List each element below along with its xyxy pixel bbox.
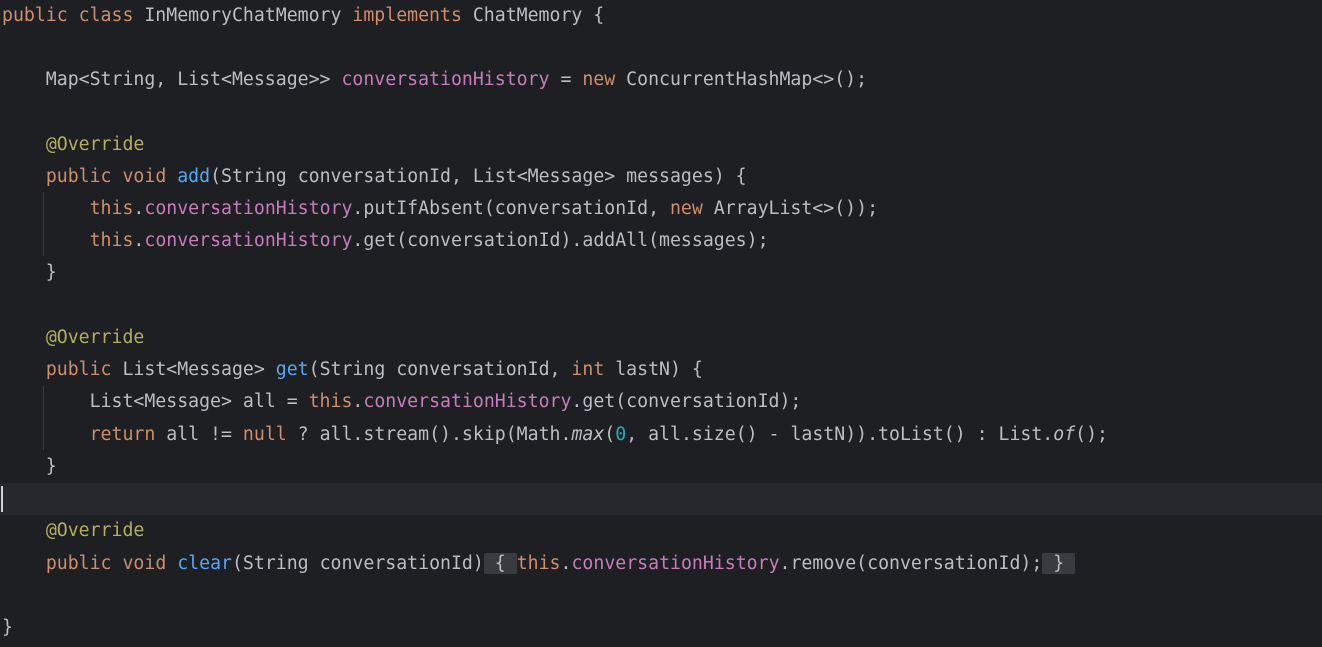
- code-line[interactable]: this.conversationHistory.putIfAbsent(con…: [0, 193, 1322, 225]
- code-token: conversationHistory: [341, 69, 550, 90]
- code-token: InMemoryChatMemory: [133, 5, 353, 26]
- code-token: public: [45, 553, 112, 574]
- code-token: List<Message>: [111, 359, 276, 380]
- code-token: }: [1042, 553, 1076, 574]
- code-line[interactable]: public void add(String conversationId, L…: [0, 161, 1322, 193]
- code-line[interactable]: List<Message> all = this.conversationHis…: [0, 386, 1322, 418]
- code-token: get: [275, 359, 309, 380]
- code-token: .get(conversationId);: [571, 391, 802, 412]
- code-line[interactable]: public List<Message> get(String conversa…: [0, 354, 1322, 386]
- code-token: .: [133, 198, 145, 219]
- code-token: conversationHistory: [144, 198, 353, 219]
- code-token: ArrayList<>());: [702, 198, 879, 219]
- code-line[interactable]: Map<String, List<Message>> conversationH…: [0, 64, 1322, 96]
- code-line[interactable]: public class InMemoryChatMemory implemen…: [0, 0, 1322, 32]
- code-line[interactable]: }: [0, 612, 1322, 644]
- code-token: add: [177, 166, 211, 187]
- code-token: }: [2, 456, 57, 477]
- code-token: conversationHistory: [144, 230, 353, 251]
- code-line[interactable]: [0, 290, 1322, 322]
- code-line[interactable]: [0, 97, 1322, 129]
- code-line[interactable]: }: [0, 257, 1322, 289]
- indent-guide-add: [43, 192, 44, 256]
- code-token: .: [352, 391, 364, 412]
- code-token: void: [122, 553, 167, 574]
- code-token: 0: [615, 424, 627, 445]
- code-token: ChatMemory {: [461, 5, 605, 26]
- code-line[interactable]: @Override: [0, 515, 1322, 547]
- code-token: (: [604, 424, 616, 445]
- code-token: new: [669, 198, 703, 219]
- code-token: ConcurrentHashMap<>();: [615, 69, 868, 90]
- code-line[interactable]: }: [0, 451, 1322, 483]
- code-token: this: [89, 198, 134, 219]
- code-token: ();: [1075, 424, 1109, 445]
- code-token: @Override: [45, 520, 145, 541]
- code-token: Map<String, List<Message>>: [2, 69, 342, 90]
- code-token: return: [89, 424, 156, 445]
- code-token: conversationHistory: [363, 391, 572, 412]
- code-token: , all.size() - lastN)).toList() : List.: [626, 424, 1054, 445]
- code-line[interactable]: @Override: [0, 322, 1322, 354]
- code-token: .get(conversationId).addAll(messages);: [352, 230, 769, 251]
- text-caret: [1, 486, 3, 512]
- code-token: this: [516, 553, 561, 574]
- code-token: conversationHistory: [571, 553, 780, 574]
- code-token: =: [549, 69, 583, 90]
- code-token: .: [133, 230, 145, 251]
- code-token: public: [45, 166, 112, 187]
- code-line[interactable]: [0, 32, 1322, 64]
- code-token: clear: [177, 553, 232, 574]
- code-token: ? all.stream().skip(Math.: [286, 424, 572, 445]
- code-token: (String conversationId): [231, 553, 484, 574]
- code-token: this: [308, 391, 353, 412]
- code-token: public: [45, 359, 112, 380]
- code-token: int: [571, 359, 605, 380]
- code-token: max: [571, 424, 605, 445]
- code-line[interactable]: this.conversationHistory.get(conversatio…: [0, 225, 1322, 257]
- code-token: implements: [352, 5, 462, 26]
- code-line[interactable]: public void clear(String conversationId)…: [0, 548, 1322, 580]
- code-token: (String conversationId,: [308, 359, 572, 380]
- code-token: }: [2, 262, 57, 283]
- code-line[interactable]: @Override: [0, 129, 1322, 161]
- code-token: public: [2, 5, 68, 26]
- code-token: of: [1053, 424, 1076, 445]
- code-token: null: [242, 424, 287, 445]
- code-token: all !=: [155, 424, 243, 445]
- code-token: }: [2, 617, 13, 638]
- code-token: .: [560, 553, 572, 574]
- code-token: {: [483, 553, 517, 574]
- code-line[interactable]: return all != null ? all.stream().skip(M…: [0, 419, 1322, 451]
- code-token: List<Message> all =: [2, 391, 309, 412]
- code-token: .remove(conversationId);: [779, 553, 1043, 574]
- code-line[interactable]: [0, 580, 1322, 612]
- code-token: this: [89, 230, 134, 251]
- code-token: (String conversationId, List<Message> me…: [210, 166, 747, 187]
- code-editor[interactable]: public class InMemoryChatMemory implemen…: [0, 0, 1322, 647]
- code-token: lastN) {: [604, 359, 703, 380]
- code-token: new: [582, 69, 616, 90]
- code-token: .putIfAbsent(conversationId,: [352, 198, 670, 219]
- indent-guide-get: [43, 386, 44, 450]
- code-token: @Override: [45, 134, 145, 155]
- code-token: void: [122, 166, 167, 187]
- code-token: class: [78, 5, 134, 26]
- code-token: @Override: [45, 327, 145, 348]
- code-line[interactable]: [0, 483, 1322, 515]
